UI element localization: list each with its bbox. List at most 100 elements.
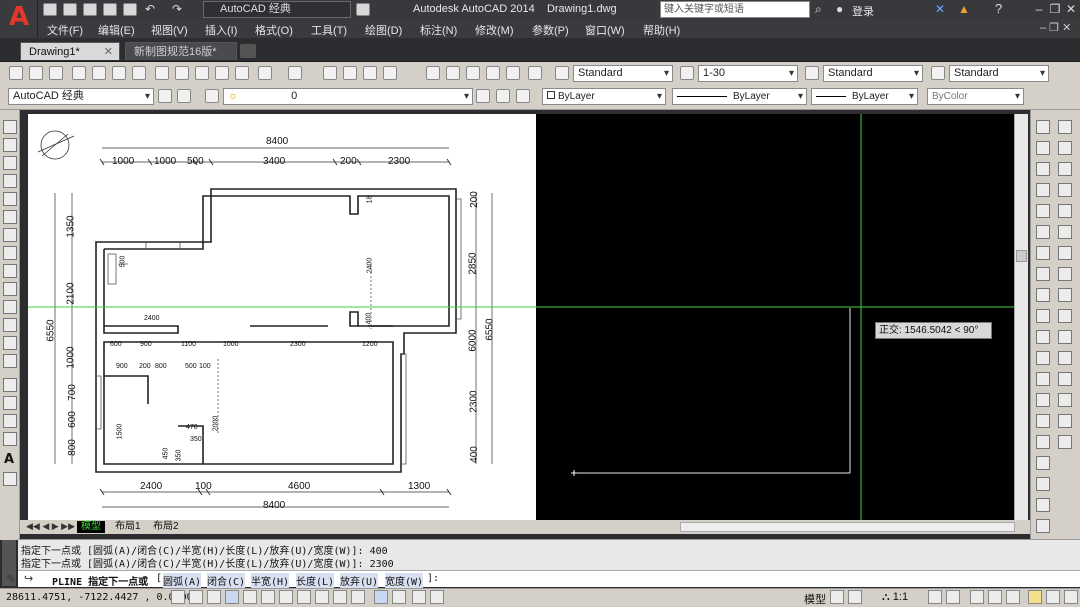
color-select[interactable]: ByLayer xyxy=(542,88,666,105)
scroll-thumb[interactable] xyxy=(1016,250,1027,262)
save-as-icon[interactable] xyxy=(103,3,117,16)
tab-drawing1[interactable]: Drawing1* ✕ xyxy=(20,42,120,60)
ellipse-arc-icon[interactable] xyxy=(3,300,17,314)
print-icon[interactable] xyxy=(72,66,86,80)
model-space-label[interactable]: 模型 xyxy=(804,591,826,607)
isolate-objects-icon[interactable] xyxy=(1028,590,1042,604)
menu-draw[interactable]: 绘图(D) xyxy=(365,22,402,38)
dim-diameter-icon[interactable] xyxy=(1058,141,1072,155)
status-menu-icon[interactable] xyxy=(1046,590,1060,604)
publish-icon[interactable] xyxy=(112,66,126,80)
fillet-icon[interactable] xyxy=(1036,414,1050,428)
minimize-icon[interactable]: – xyxy=(1032,2,1046,16)
sheet-set-icon[interactable] xyxy=(486,66,500,80)
quick-dim-icon[interactable] xyxy=(1058,183,1072,197)
array-icon[interactable] xyxy=(1036,204,1050,218)
chamfer-icon[interactable] xyxy=(1036,393,1050,407)
stretch-icon[interactable] xyxy=(1036,288,1050,302)
annotation-monitor-icon[interactable] xyxy=(430,590,444,604)
clean-screen-icon[interactable] xyxy=(1064,590,1078,604)
line-icon[interactable] xyxy=(3,120,17,134)
option-undo[interactable]: 放弃(U) xyxy=(340,573,379,588)
block-editor-icon[interactable] xyxy=(235,66,249,80)
zoom-window-icon[interactable] xyxy=(363,66,377,80)
multiline-text-icon[interactable]: A xyxy=(4,452,14,467)
snap-mode-icon[interactable] xyxy=(189,590,203,604)
binoculars-icon[interactable]: ⌕ xyxy=(815,2,822,17)
save-tool-icon[interactable] xyxy=(49,66,63,80)
spline-icon[interactable] xyxy=(3,264,17,278)
markup-icon[interactable] xyxy=(506,66,520,80)
center-mark-icon[interactable] xyxy=(1058,309,1072,323)
extend-icon[interactable] xyxy=(1036,330,1050,344)
layer-previous-icon[interactable] xyxy=(496,89,510,103)
dim-text-edit-icon[interactable] xyxy=(1058,393,1072,407)
layer-select[interactable]: ☼ 0 xyxy=(223,88,473,105)
customize-wrench-icon[interactable]: ✎ xyxy=(6,572,16,586)
user-icon[interactable]: ● xyxy=(836,2,843,16)
redo-icon[interactable]: ↷ xyxy=(172,2,182,16)
dim-linear-icon[interactable] xyxy=(1036,456,1050,470)
explode-icon[interactable] xyxy=(1036,435,1050,449)
erase-icon[interactable] xyxy=(1036,120,1050,134)
option-arc[interactable]: 圆弧(A) xyxy=(163,573,202,588)
dim-break-icon[interactable] xyxy=(1058,267,1072,281)
new-tab-icon[interactable] xyxy=(240,44,256,58)
object-snap-icon[interactable] xyxy=(261,590,275,604)
move-icon[interactable] xyxy=(1036,225,1050,239)
circle-icon[interactable] xyxy=(3,228,17,242)
vertical-scrollbar[interactable] xyxy=(1014,114,1028,520)
object-snap-tracking-icon[interactable] xyxy=(297,590,311,604)
plotstyle-select[interactable]: ByColor xyxy=(927,88,1024,105)
arc-icon[interactable] xyxy=(3,210,17,224)
dim-style-select[interactable]: 1-30 xyxy=(698,65,798,82)
make-block-icon[interactable] xyxy=(3,336,17,350)
redo-tool-icon[interactable] xyxy=(288,66,302,80)
dim-arc-icon[interactable] xyxy=(1036,498,1050,512)
3d-object-snap-icon[interactable] xyxy=(279,590,293,604)
workspace-settings-tool-icon[interactable] xyxy=(158,89,172,103)
quick-view-drawings-icon[interactable] xyxy=(848,590,862,604)
workspaces-select[interactable]: AutoCAD 经典 xyxy=(8,88,154,105)
dim-update-icon[interactable] xyxy=(1058,414,1072,428)
offset-icon[interactable] xyxy=(1036,183,1050,197)
polyline-icon[interactable] xyxy=(3,156,17,170)
quick-properties-icon[interactable] xyxy=(392,590,406,604)
transparency-icon[interactable] xyxy=(374,590,388,604)
annotation-visibility-icon[interactable] xyxy=(928,590,942,604)
dynamic-ucs-icon[interactable] xyxy=(315,590,329,604)
dim-style-icon[interactable] xyxy=(680,66,694,80)
cut-icon[interactable] xyxy=(155,66,169,80)
new-file-icon[interactable] xyxy=(43,3,57,16)
dim-aligned-icon[interactable] xyxy=(1036,477,1050,491)
dim-angular-icon[interactable] xyxy=(1058,162,1072,176)
workspace-settings-icon[interactable] xyxy=(356,3,370,16)
text-style-icon[interactable] xyxy=(555,66,569,80)
ellipse-icon[interactable] xyxy=(3,282,17,296)
gradient-icon[interactable] xyxy=(3,396,17,410)
revcloud-icon[interactable] xyxy=(3,246,17,260)
dim-radius-icon[interactable] xyxy=(1058,120,1072,134)
plot-icon[interactable] xyxy=(123,3,137,16)
layout-nav-arrows[interactable]: ◀◀ ◀ ▶ ▶▶ xyxy=(26,521,75,532)
undo-tool-icon[interactable] xyxy=(258,66,272,80)
exchange-icon[interactable]: ✕ xyxy=(935,2,945,16)
application-menu-button[interactable]: A xyxy=(0,0,38,38)
ortho-mode-icon[interactable] xyxy=(225,590,239,604)
quick-view-layouts-icon[interactable] xyxy=(830,590,844,604)
restore-icon[interactable]: ❐ xyxy=(1048,2,1062,16)
help-icon[interactable]: ? xyxy=(995,1,1002,16)
rectangle-icon[interactable] xyxy=(3,192,17,206)
tolerance-icon[interactable] xyxy=(1058,288,1072,302)
dim-baseline-icon[interactable] xyxy=(1058,204,1072,218)
copy-icon[interactable] xyxy=(175,66,189,80)
polygon-icon[interactable] xyxy=(3,174,17,188)
tool-palettes-icon[interactable] xyxy=(466,66,480,80)
dim-space-icon[interactable] xyxy=(1058,246,1072,260)
zoom-realtime-icon[interactable] xyxy=(343,66,357,80)
save-icon[interactable] xyxy=(83,3,97,16)
grid-display-icon[interactable] xyxy=(207,590,221,604)
layer-properties-icon[interactable] xyxy=(205,89,219,103)
recent-commands-icon[interactable]: ↪ xyxy=(24,572,33,585)
menu-modify[interactable]: 修改(M) xyxy=(475,22,514,38)
